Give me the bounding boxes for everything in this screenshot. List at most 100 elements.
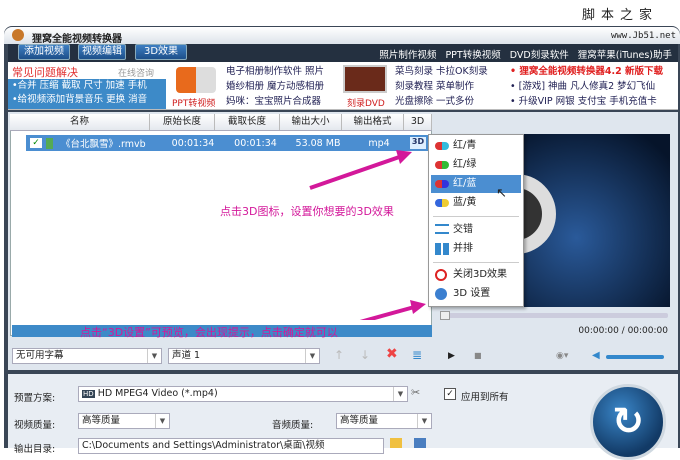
col-original[interactable]: 原始长度 <box>150 114 215 130</box>
add-video-button[interactable]: 添加视频 <box>18 44 70 60</box>
arrowhead-icon <box>396 150 412 164</box>
preset-value: HD MPEG4 Video (*.mp4) <box>97 388 218 399</box>
output-path-field[interactable]: C:\Documents and Settings\Administrator\… <box>78 438 384 454</box>
cell-name: 《台北飘雪》.rmvb <box>61 139 146 150</box>
clear-list-icon[interactable]: ≣ <box>412 348 422 362</box>
audio-track-select[interactable]: 声道 1 ▼ <box>168 348 320 364</box>
audio-quality-select[interactable]: 高等质量 ▼ <box>336 413 432 429</box>
table-row[interactable]: ✓ 《台北飘雪》.rmvb 00:01:34 00:01:34 53.08 MB… <box>26 135 428 151</box>
3d-menu: 红/青 红/绿 红/蓝 蓝/黄 交错 并排 关闭3D效果 3D 设置 <box>428 134 524 307</box>
preset-select[interactable]: HD HD MPEG4 Video (*.mp4) ▼ <box>78 386 408 402</box>
menu-label: 交错 <box>453 224 473 235</box>
output-path-value: C:\Documents and Settings\Administrator\… <box>82 440 325 451</box>
volume-slider[interactable] <box>606 355 664 359</box>
faq-title[interactable]: 常见问题解决 <box>12 64 78 80</box>
menu-blue-yellow[interactable]: 蓝/黄 <box>431 194 521 212</box>
volume-icon[interactable]: ◀ <box>592 350 600 361</box>
row-checkbox[interactable]: ✓ <box>30 138 42 148</box>
link-dvd[interactable]: DVD刻录软件 <box>510 50 569 61</box>
col-3d[interactable]: 3D <box>404 114 432 130</box>
time-display: 00:00:00 / 00:00:00 <box>578 326 668 336</box>
move-down-icon[interactable]: ↓ <box>360 348 370 362</box>
play-button[interactable]: ▶ <box>448 351 455 361</box>
col-clip[interactable]: 截取长度 <box>215 114 280 130</box>
mouse-cursor-icon: ↖ <box>496 186 507 201</box>
ppt-links: 电子相册制作软件 照片 婚纱相册 魔方动感相册 妈咪：宝宝照片合成器 <box>226 64 324 109</box>
edit-video-button[interactable]: 视频编辑 <box>78 44 126 60</box>
window-title: 狸窝全能视频转换器 <box>4 27 680 45</box>
apply-all-checkbox[interactable]: ✓ <box>444 388 456 400</box>
banner-link[interactable]: 妈咪：宝宝照片合成器 <box>226 94 324 109</box>
menu-side-by-side[interactable]: 并排 <box>431 240 521 258</box>
cell-original: 00:01:34 <box>171 137 215 149</box>
menu-label: 红/蓝 <box>453 178 477 189</box>
seek-slider[interactable] <box>440 311 668 320</box>
stop-button[interactable]: ■ <box>474 351 482 360</box>
faq-line[interactable]: •给视频添加背景音乐 更换 消音 <box>12 93 166 107</box>
3d-icon[interactable]: 3D <box>410 137 426 149</box>
output-label: 输出目录: <box>14 444 56 455</box>
menu-divider <box>433 216 519 217</box>
faq-line[interactable]: •合并 压缩 截取 尺寸 加速 手机 <box>12 79 166 93</box>
watermark-site: 脚本之家 <box>581 8 658 23</box>
seek-handle[interactable] <box>440 311 450 320</box>
news-link[interactable]: • 升级VIP 网银 支付宝 手机充值卡 <box>510 94 663 109</box>
faq-online[interactable]: 在线咨询 <box>118 66 154 79</box>
link-ppt-video[interactable]: PPT转换视频 <box>445 50 500 61</box>
convert-button[interactable]: ↻ <box>590 384 666 460</box>
menu-red-cyan[interactable]: 红/青 <box>431 137 521 155</box>
interlace-icon <box>435 224 449 234</box>
video-quality-select[interactable]: 高等质量 ▼ <box>78 413 170 429</box>
3d-effect-button[interactable]: 3D效果 <box>135 44 187 60</box>
dvd-links: 菜鸟刻录 卡拉OK刻录 刻录教程 菜单制作 光盘擦除 一式多份 <box>395 64 488 109</box>
audio-quality-label: 音频质量: <box>272 420 314 431</box>
video-quality-value: 高等质量 <box>82 415 121 426</box>
menu-red-green[interactable]: 红/绿 <box>431 156 521 174</box>
move-up-icon[interactable]: ↑ <box>334 348 344 362</box>
video-quality-label: 视频质量: <box>14 420 56 431</box>
banner-link[interactable]: 菜鸟刻录 卡拉OK刻录 <box>395 64 488 79</box>
cell-format: mp4 <box>368 137 390 149</box>
arrow-1 <box>309 153 406 190</box>
col-format[interactable]: 输出格式 <box>342 114 404 130</box>
menu-disable-3d[interactable]: 关闭3D效果 <box>431 266 521 284</box>
folder-icon[interactable] <box>390 438 402 448</box>
annotation-arrows <box>309 150 426 320</box>
glasses-icon <box>435 142 449 150</box>
menu-label: 并排 <box>453 243 473 254</box>
annotation-2: 点击“3D设置”可预览，会出现提示，点击确定就可以 <box>80 326 338 339</box>
menu-interlaced[interactable]: 交错 <box>431 221 521 239</box>
cell-clip: 00:01:34 <box>234 137 277 149</box>
dvd-label[interactable]: 刻录DVD <box>347 96 385 109</box>
banner-link[interactable]: 电子相册制作软件 照片 <box>226 64 324 79</box>
chevron-down-icon: ▼ <box>393 387 407 401</box>
news-link[interactable]: • [游戏] 神曲 凡人修真2 梦幻飞仙 <box>510 79 663 94</box>
snapshot-button[interactable]: ◉▾ <box>556 351 568 361</box>
menu-red-blue[interactable]: 红/蓝 <box>431 175 521 193</box>
news-link[interactable]: • 狸窝全能视频转换器4.2 新版下载 <box>510 64 663 79</box>
chevron-down-icon: ▼ <box>417 414 431 428</box>
menu-3d-settings[interactable]: 3D 设置 <box>431 285 521 303</box>
audio-track-value: 声道 1 <box>172 350 201 361</box>
prohibit-icon <box>435 269 447 281</box>
col-name[interactable]: 名称 <box>10 114 150 130</box>
link-photo-video[interactable]: 照片制作视频 <box>379 50 436 61</box>
subtitle-select[interactable]: 无可用字幕 ▼ <box>12 348 162 364</box>
banner-link[interactable]: 婚纱相册 魔方动感相册 <box>226 79 324 94</box>
banner-link[interactable]: 光盘擦除 一式多份 <box>395 94 488 109</box>
banner-link[interactable]: 刻录教程 菜单制作 <box>395 79 488 94</box>
table-header: 名称 原始长度 截取长度 输出大小 输出格式 3D <box>10 114 432 131</box>
toolbar-links: 照片制作视频 PPT转换视频 DVD刻录软件 狸窝苹果(iTunes)助手 <box>379 47 672 61</box>
ppt-icon <box>176 67 216 93</box>
side-by-side-icon <box>435 243 449 255</box>
faq-box: •合并 压缩 截取 尺寸 加速 手机 •给视频添加背景音乐 更换 消音 <box>8 79 166 109</box>
open-folder-icon[interactable] <box>414 438 426 448</box>
app-logo-icon <box>12 29 24 41</box>
delete-icon[interactable]: ✖ <box>386 346 398 362</box>
preset-settings-icon[interactable]: ✂ <box>411 386 420 399</box>
link-itunes[interactable]: 狸窝苹果(iTunes)助手 <box>578 50 672 61</box>
news-links: • 狸窝全能视频转换器4.2 新版下载 • [游戏] 神曲 凡人修真2 梦幻飞仙… <box>510 64 663 109</box>
arrow-2 <box>359 304 419 320</box>
col-size[interactable]: 输出大小 <box>280 114 342 130</box>
ppt-label[interactable]: PPT转视频 <box>172 96 215 109</box>
